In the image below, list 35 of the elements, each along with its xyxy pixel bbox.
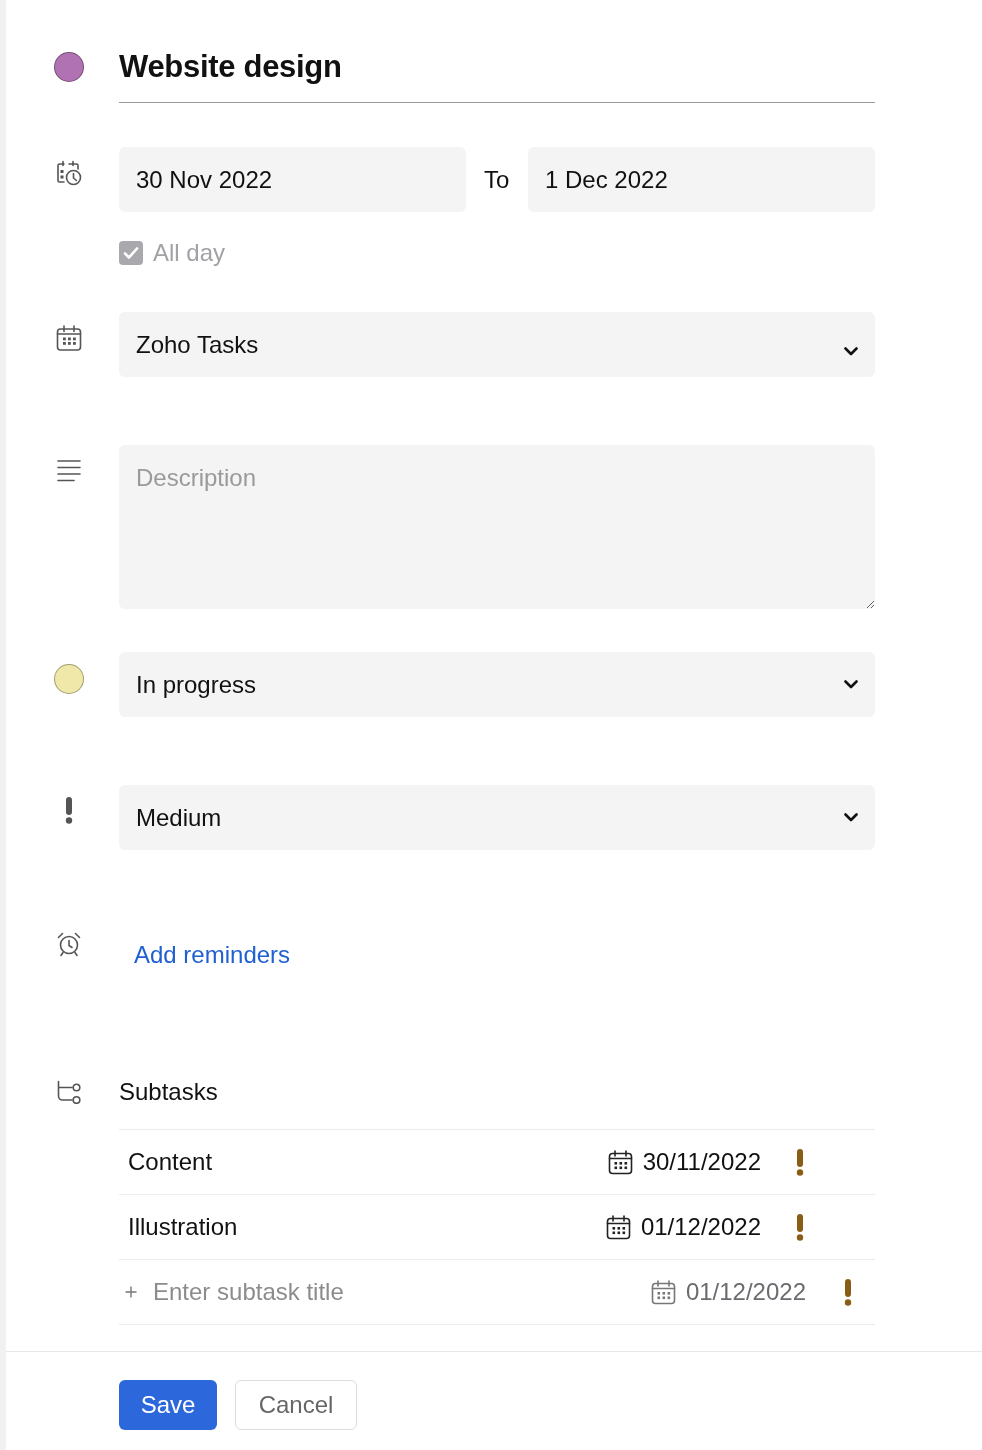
exclamation-icon <box>65 797 73 824</box>
chevron-down-icon <box>844 813 858 822</box>
priority-dropdown[interactable]: Medium <box>119 785 875 850</box>
calendar-icon <box>607 1149 633 1175</box>
checkbox-label: All day <box>153 241 226 265</box>
calendar-icon <box>650 1279 676 1305</box>
add-reminders-link[interactable]: Add reminders <box>134 922 291 987</box>
chevron-down-icon <box>844 346 858 356</box>
chevron-down-icon <box>844 680 858 689</box>
title-field[interactable]: Website design <box>119 45 875 103</box>
subtask-title: Illustration <box>128 1213 239 1241</box>
subtask-title: Content <box>128 1148 214 1176</box>
cancel-button[interactable]: Cancel <box>235 1380 357 1430</box>
section-label: Subtasks <box>119 1077 218 1107</box>
exclamation-icon <box>796 1213 804 1241</box>
to-label: To <box>484 165 510 195</box>
exclamation-icon <box>796 1148 804 1176</box>
calendar-clock-icon <box>56 160 82 186</box>
text-lines-icon <box>57 459 81 483</box>
calendar-icon <box>56 325 82 351</box>
due-date: 01/12/2022 <box>685 1278 806 1306</box>
date-field[interactable]: 30 Nov 2022 <box>119 147 466 212</box>
alarm-clock-icon <box>56 931 82 957</box>
due-date: 30/11/2022 <box>642 1148 761 1176</box>
plus-icon <box>125 1286 137 1298</box>
status-dropdown[interactable]: In progress <box>119 652 875 717</box>
calendar-dropdown[interactable]: Zoho Tasks <box>119 312 875 377</box>
subtasks-icon <box>56 1080 82 1104</box>
save-button[interactable]: Save <box>119 1380 217 1430</box>
description-field[interactable]: Description <box>119 445 875 609</box>
due-date: 01/12/2022 <box>640 1213 761 1241</box>
subtask-title-field[interactable]: Enter subtask title <box>153 1275 651 1309</box>
date-field[interactable]: 1 Dec 2022 <box>528 147 875 212</box>
exclamation-icon <box>844 1278 852 1306</box>
calendar-icon <box>605 1214 631 1240</box>
